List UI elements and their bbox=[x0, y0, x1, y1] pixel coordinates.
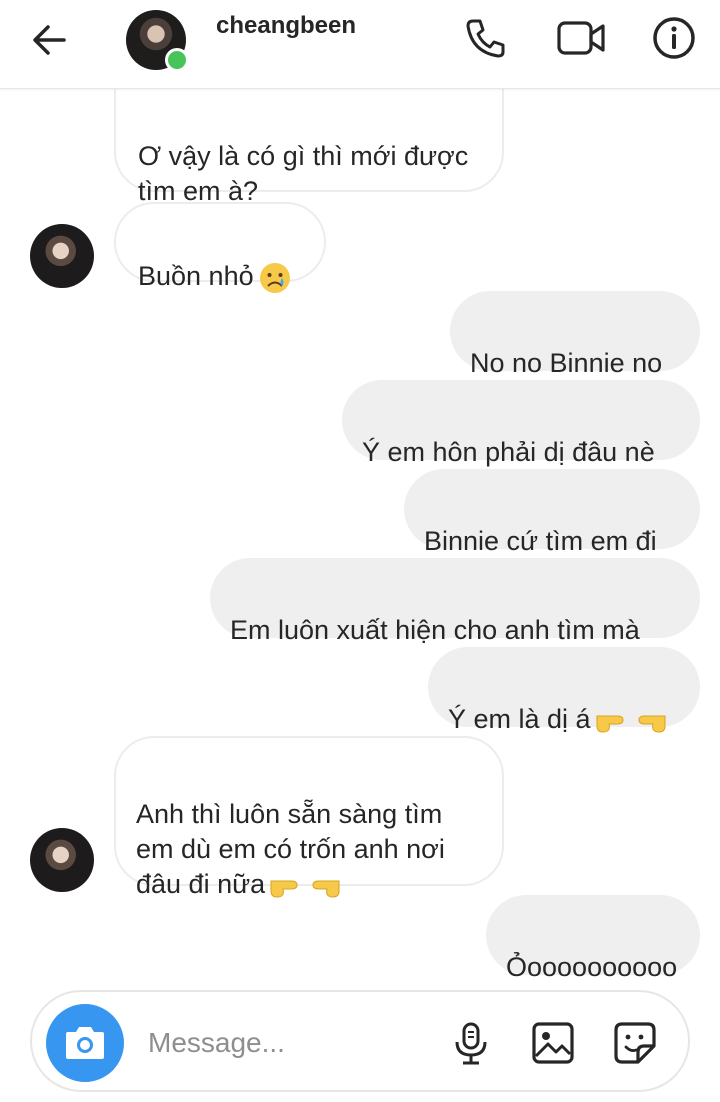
message-bubble-outgoing[interactable]: No no Binnie no bbox=[450, 291, 700, 378]
message-text: Ý em là dị á bbox=[448, 704, 591, 734]
phone-icon bbox=[466, 19, 505, 58]
call-button[interactable] bbox=[464, 16, 508, 60]
message-bubble-outgoing[interactable]: Ý em là dị á bbox=[428, 647, 700, 734]
pointing-hands-emoji-icon bbox=[270, 880, 340, 898]
avatar[interactable] bbox=[30, 224, 94, 288]
profile-avatar[interactable] bbox=[126, 10, 189, 72]
video-camera-icon bbox=[557, 21, 605, 55]
message-text: Em luôn xuất hiện cho anh tìm mà bbox=[230, 615, 640, 645]
message-input[interactable] bbox=[146, 1022, 430, 1064]
message-text: Ý em hôn phải dị đâu nè bbox=[362, 437, 655, 467]
sticker-icon bbox=[614, 1022, 656, 1064]
voice-message-button[interactable] bbox=[448, 1020, 494, 1066]
message-thread: Ơ vậy là có gì thì mới được tìm em à? Bu… bbox=[0, 0, 720, 1102]
message-text: Buồn nhỏ bbox=[138, 261, 254, 291]
back-button[interactable] bbox=[30, 22, 70, 58]
pointing-hands-emoji-icon bbox=[596, 715, 666, 733]
message-bubble-outgoing[interactable]: Ỏoooooooooo bbox=[486, 895, 700, 982]
conversation-header: cheangbeen bbox=[0, 0, 720, 89]
info-icon bbox=[653, 17, 695, 59]
video-call-button[interactable] bbox=[556, 16, 606, 60]
message-text: Ỏoooooooooo bbox=[506, 952, 678, 982]
camera-icon bbox=[66, 1027, 104, 1059]
message-bubble-incoming[interactable]: Buồn nhỏ bbox=[114, 202, 326, 293]
message-text: Ơ vậy là có gì thì mới được tìm em à? bbox=[138, 141, 469, 206]
avatar[interactable] bbox=[30, 828, 94, 892]
message-bubble-outgoing[interactable]: Binnie cứ tìm em đi bbox=[404, 469, 700, 556]
username[interactable]: cheangbeen bbox=[216, 12, 356, 40]
image-icon bbox=[532, 1022, 574, 1064]
message-text: Binnie cứ tìm em đi bbox=[424, 526, 657, 556]
sticker-button[interactable] bbox=[612, 1020, 658, 1066]
message-bubble-outgoing[interactable]: Ý em hôn phải dị đâu nè bbox=[342, 380, 700, 467]
info-button[interactable] bbox=[652, 16, 696, 60]
gallery-button[interactable] bbox=[530, 1020, 576, 1066]
camera-button[interactable] bbox=[46, 1004, 124, 1082]
sad-face-emoji-icon bbox=[259, 262, 290, 293]
message-composer bbox=[30, 990, 690, 1092]
arrow-left-icon bbox=[33, 25, 66, 55]
message-bubble-incoming[interactable]: Anh thì luôn sẵn sàng tìm em dù em có tr… bbox=[114, 736, 504, 899]
message-text: No no Binnie no bbox=[470, 348, 663, 378]
message-bubble-outgoing[interactable]: Em luôn xuất hiện cho anh tìm mà bbox=[210, 558, 700, 645]
online-status-indicator bbox=[165, 48, 189, 72]
microphone-icon bbox=[455, 1022, 487, 1065]
